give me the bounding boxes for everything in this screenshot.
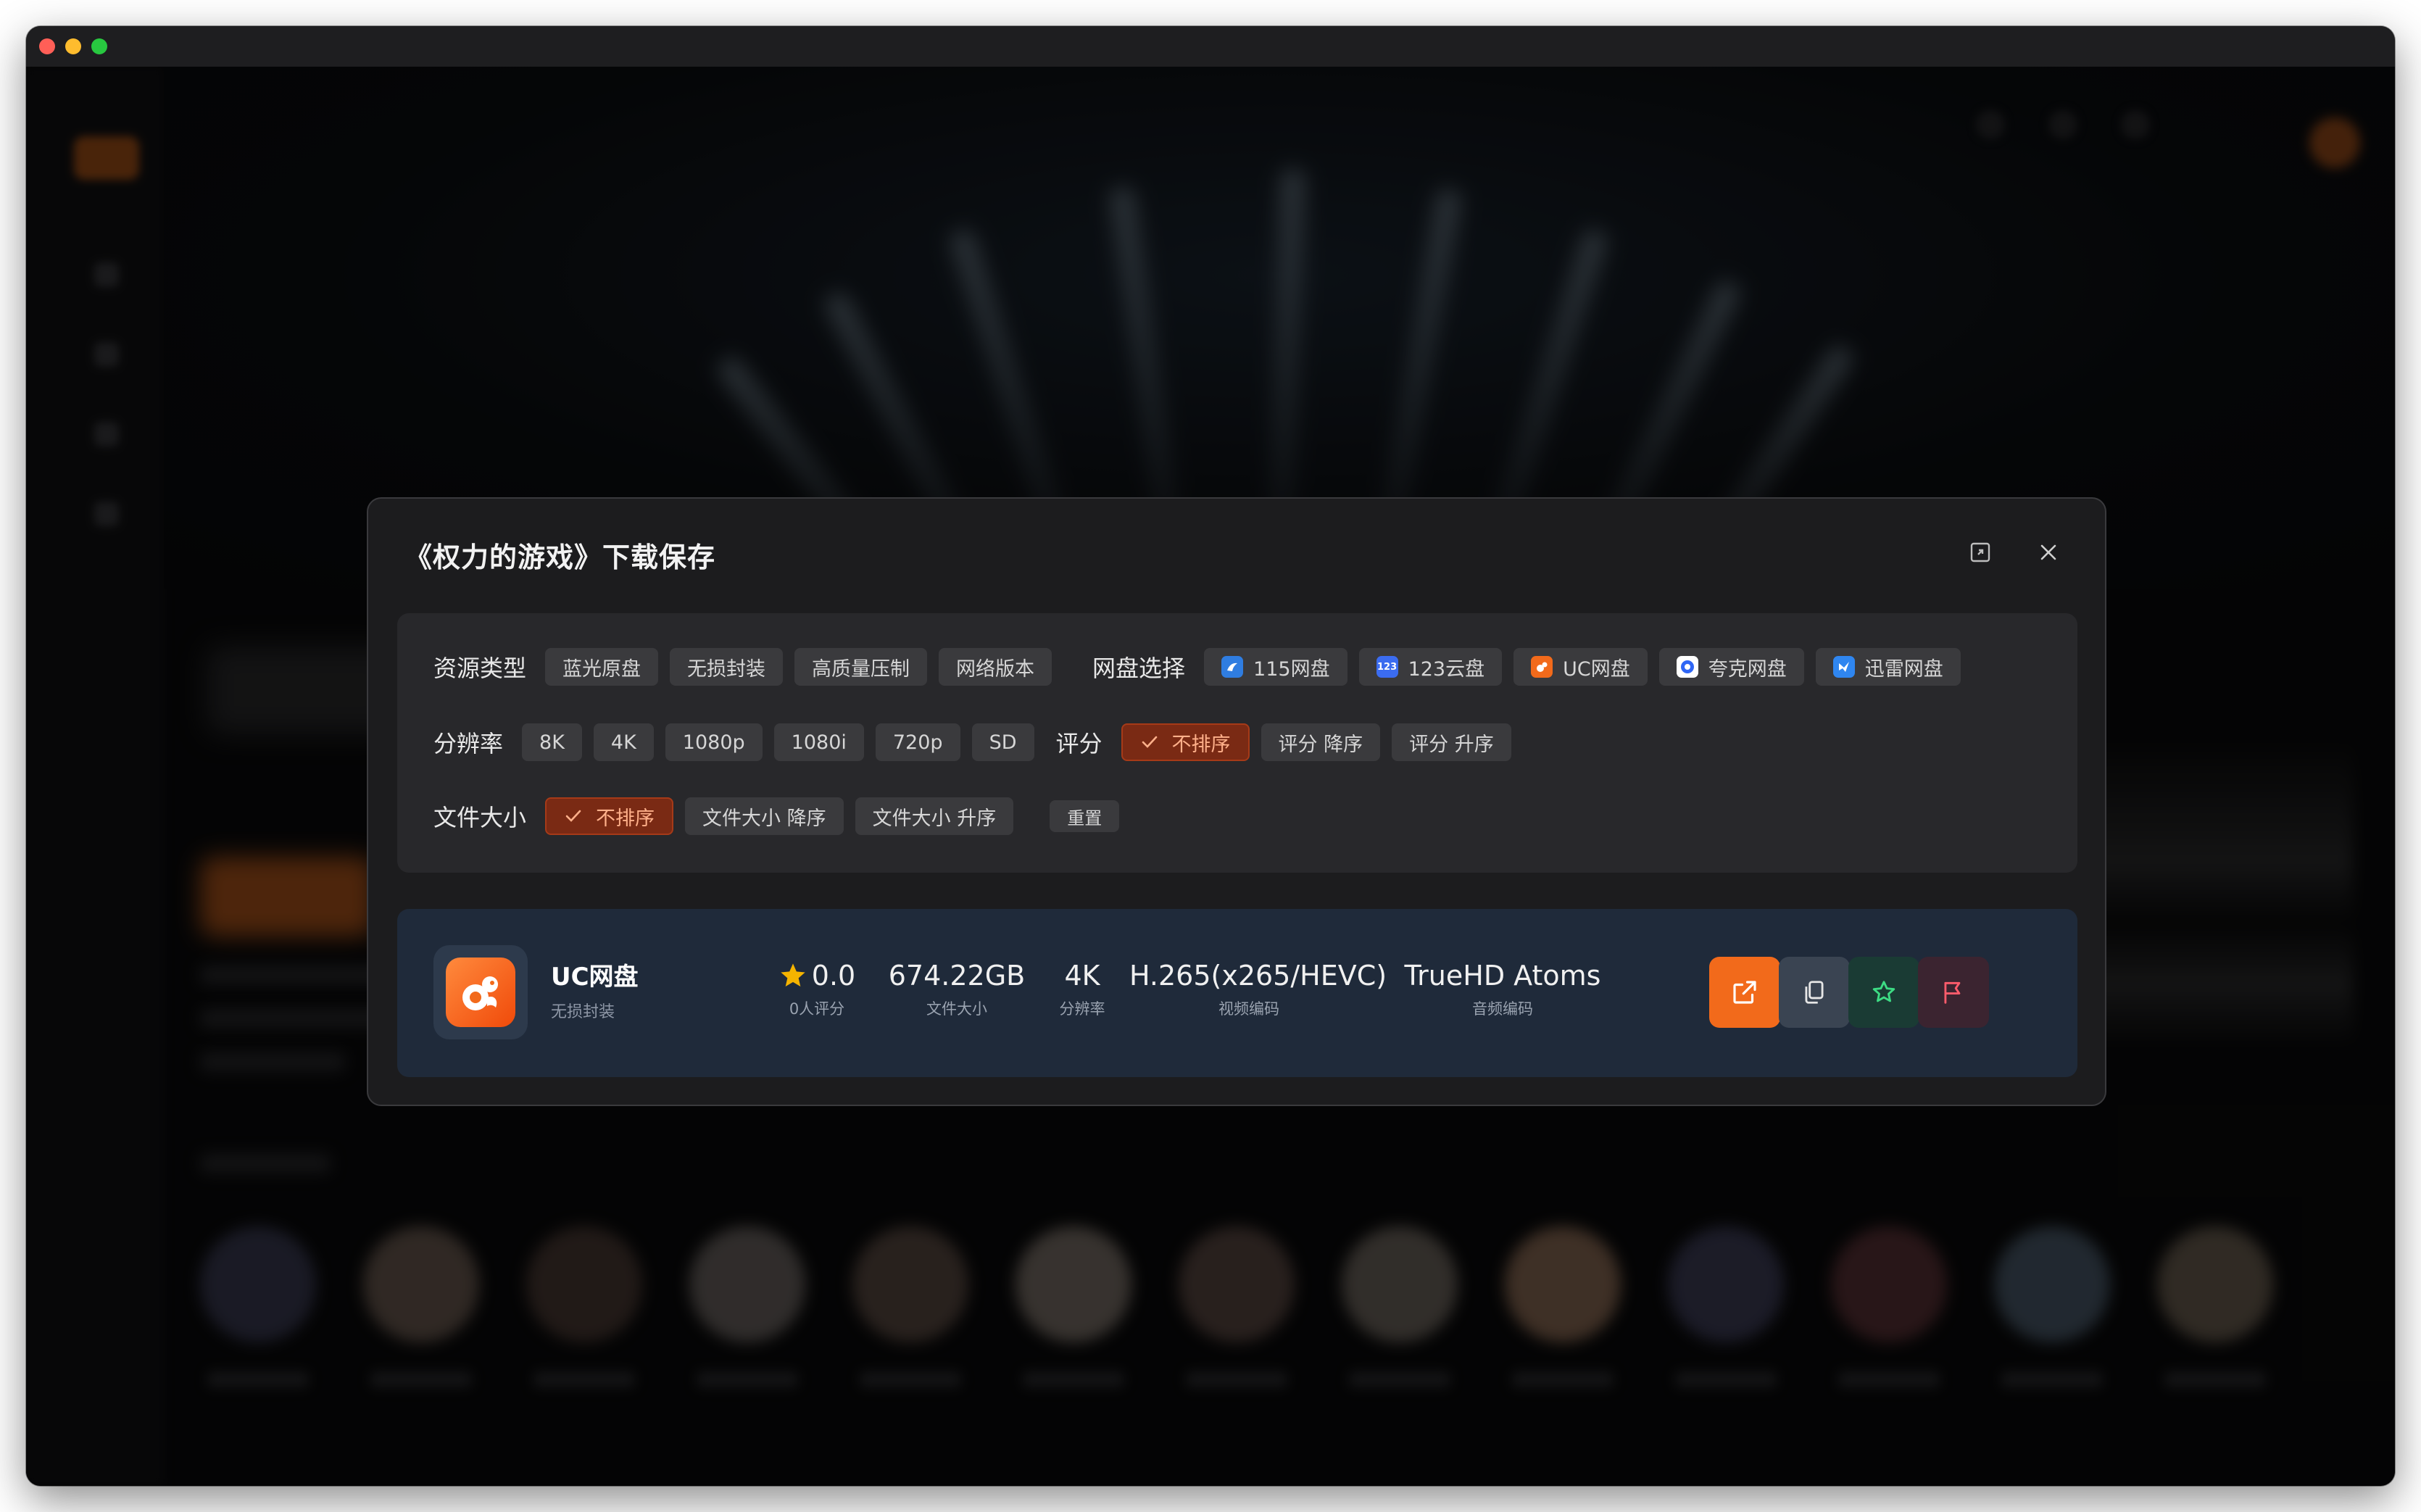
resolution-label: 分辨率 [433,730,504,757]
audio-codec-value: TrueHD Atoms [1404,960,1601,992]
filter-row-filesize: 文件大小 不排序 文件大小 降序 文件大小 升序 重置 [433,796,1131,836]
rating-count-label: 0人评分 [789,1000,845,1018]
chip-res-1080p[interactable]: 1080p [665,723,763,761]
uc-icon [1531,656,1553,678]
file-size-label: 文件大小 [433,804,527,831]
resource-name: UC网盘 [551,963,639,992]
filter-row-resolution-rating: 分辨率 8K 4K 1080p 1080i 720p SD 评分 不排序 评分 … [433,722,1523,763]
flag-icon [1944,981,1961,1004]
netdisk-label: 网盘选择 [1092,655,1186,682]
chip-netdisk-uc[interactable]: UC网盘 [1513,648,1648,686]
resolution-stat-label: 分辨率 [1059,1000,1105,1018]
title-bar [26,26,2395,67]
zoom-window-button[interactable] [91,38,107,54]
app-window: 《权力的游戏》下载保存 资源类型 蓝光原盘 无损封装 高质量压制 网络版本 网盘… [26,26,2395,1486]
close-icon [2040,544,2056,560]
uc-app-icon [433,945,528,1039]
open-link-button[interactable] [1709,957,1780,1028]
chip-res-8k[interactable]: 8K [522,723,582,761]
chip-size-asc[interactable]: 文件大小 升序 [855,797,1014,835]
chip-rating-unsorted[interactable]: 不排序 [1121,723,1250,761]
audio-codec-label: 音频编码 [1472,1000,1533,1018]
chip-res-720p[interactable]: 720p [875,723,960,761]
expand-button[interactable] [1966,538,1995,567]
filter-panel: 资源类型 蓝光原盘 无损封装 高质量压制 网络版本 网盘选择 115网盘 123… [397,613,2077,873]
resource-type: 无损封装 [551,1003,615,1021]
chip-netdisk-quark[interactable]: 夸克网盘 [1658,648,1804,686]
115-icon [1221,656,1244,678]
chip-rating-asc[interactable]: 评分 升序 [1392,723,1511,761]
chip-resource-bluray[interactable]: 蓝光原盘 [545,648,659,686]
filter-row-resource-netdisk: 资源类型 蓝光原盘 无损封装 高质量压制 网络版本 网盘选择 115网盘 123… [433,647,1972,687]
size-label: 文件大小 [926,1000,987,1018]
chip-res-1080i[interactable]: 1080i [773,723,864,761]
copy-link-button[interactable] [1779,957,1850,1028]
xunlei-icon [1832,656,1855,678]
chip-size-unsorted[interactable]: 不排序 [545,797,674,835]
chip-res-4k[interactable]: 4K [593,723,654,761]
favorite-button[interactable] [1848,957,1919,1028]
copy-icon [1805,981,1824,1004]
resource-type-label: 资源类型 [433,655,527,682]
123-icon: 123 [1376,656,1398,678]
video-codec-label: 视频编码 [1218,1000,1279,1018]
chip-netdisk-115[interactable]: 115网盘 [1204,648,1347,686]
audio-codec-stat: TrueHD Atoms 音频编码 [1398,960,1608,1019]
resource-card[interactable]: UC网盘 无损封装 0.0 0人评分 674.22GB 文件大小 4K 分辨率 … [397,909,2077,1077]
chip-rating-desc[interactable]: 评分 降序 [1261,723,1381,761]
check-icon [564,807,583,826]
quark-icon [1676,656,1698,678]
star-icon [781,963,805,986]
chip-resource-high-quality[interactable]: 高质量压制 [794,648,928,686]
size-value: 674.22GB [888,960,1026,992]
report-button[interactable] [1918,957,1989,1028]
resolution-stat: 4K 分辨率 [1042,960,1122,1019]
expand-icon [1970,542,1990,562]
chip-resource-lossless[interactable]: 无损封装 [670,648,784,686]
rating-value: 0.0 [811,960,856,992]
resolution-value: 4K [1064,960,1100,992]
rating-stat: 0.0 0人评分 [770,960,864,1019]
external-link-icon [1733,981,1756,1004]
video-codec-value: H.265(x265/HEVC) [1129,960,1387,992]
star-outline-icon [1872,981,1895,1002]
size-stat: 674.22GB 文件大小 [877,960,1037,1019]
chip-resource-web[interactable]: 网络版本 [939,648,1052,686]
download-save-dialog: 《权力的游戏》下载保存 资源类型 蓝光原盘 无损封装 高质量压制 网络版本 网盘… [367,497,2106,1106]
rating-label: 评分 [1055,730,1102,757]
chip-netdisk-xunlei[interactable]: 迅雷网盘 [1815,648,1961,686]
dialog-title: 《权力的游戏》下载保存 [404,541,716,573]
chip-res-sd[interactable]: SD [971,723,1034,761]
close-button[interactable] [2034,538,2063,567]
video-codec-stat: H.265(x265/HEVC) 视频编码 [1129,960,1387,1019]
close-window-button[interactable] [39,38,55,54]
reset-button[interactable]: 重置 [1050,800,1120,832]
minimize-window-button[interactable] [65,38,81,54]
chip-size-desc[interactable]: 文件大小 降序 [685,797,844,835]
chip-netdisk-123[interactable]: 123 123云盘 [1358,648,1503,686]
check-icon [1140,733,1159,752]
